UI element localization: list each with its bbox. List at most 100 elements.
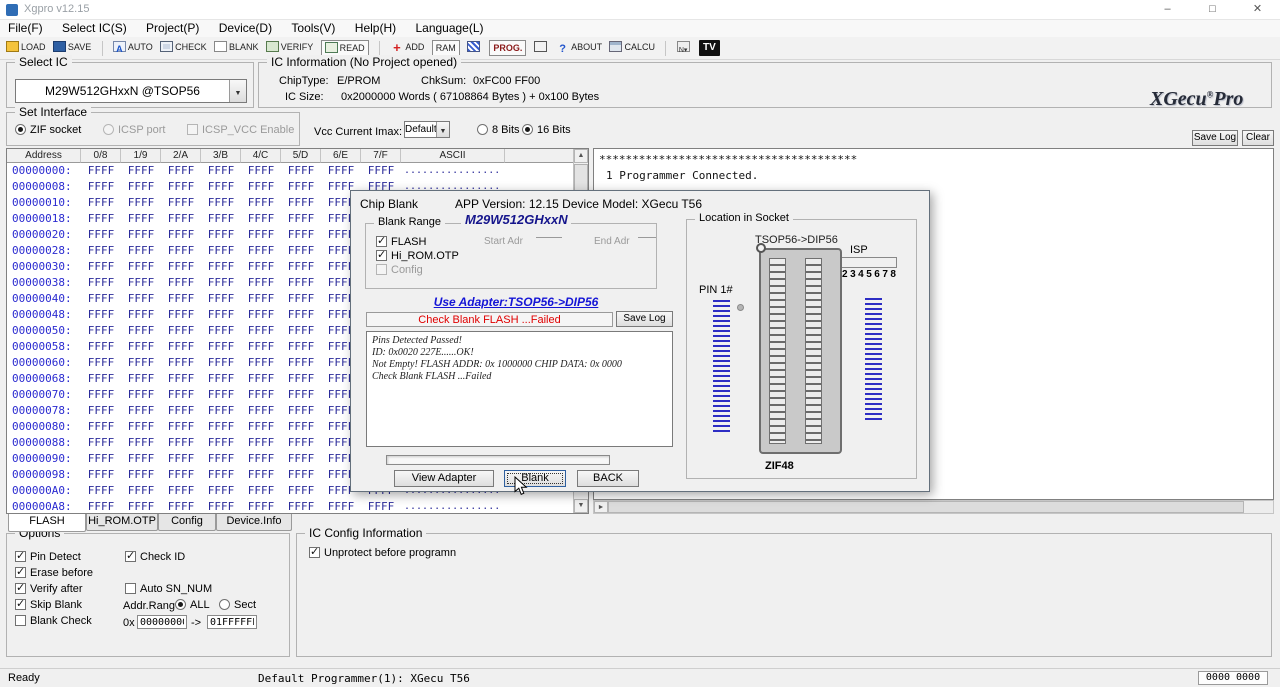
load-icon — [6, 41, 19, 52]
hex-word: FFFF — [121, 387, 161, 403]
icsp-vcc-checkbox[interactable]: ICSP_VCC Enable — [187, 124, 294, 136]
menu-device[interactable]: Device(D) — [211, 20, 280, 35]
icsp-port-label: ICSP port — [118, 124, 166, 136]
app-icon — [6, 4, 18, 16]
erase-before-checkbox[interactable]: Erase before — [15, 567, 93, 579]
adapter-pins-left — [713, 300, 730, 434]
back-button[interactable]: BACK — [577, 470, 639, 487]
toolbar-sn[interactable] — [677, 40, 692, 56]
hex-word: FFFF — [201, 243, 241, 259]
addr-to-field[interactable] — [207, 615, 257, 629]
checkbox-icon — [15, 567, 26, 578]
toolbar-load[interactable]: LOAD — [6, 40, 46, 56]
toolbar-prog[interactable]: PROG. — [489, 40, 526, 56]
hex-word: FFFF — [281, 371, 321, 387]
hirom-otp-checkbox[interactable]: Hi_ROM.OTP — [376, 250, 459, 262]
erase-before-label: Erase before — [30, 567, 93, 579]
hex-word: FFFF — [201, 195, 241, 211]
auto-sn-checkbox[interactable]: Auto SN_NUM — [125, 583, 212, 595]
pin-detect-checkbox[interactable]: Pin Detect — [15, 551, 81, 563]
scrollbar-thumb[interactable] — [608, 501, 1244, 513]
blank-check-checkbox[interactable]: Blank Check — [15, 615, 92, 627]
scroll-up-icon[interactable] — [574, 149, 588, 163]
tab-config[interactable]: Config — [158, 514, 216, 531]
hex-word: FFFF — [201, 435, 241, 451]
chevron-down-icon[interactable] — [436, 122, 449, 137]
tab-hirom-otp[interactable]: Hi_ROM.OTP — [86, 514, 158, 531]
pin1-label: PIN 1# — [699, 284, 733, 296]
view-adapter-button[interactable]: View Adapter — [394, 470, 494, 487]
toolbar-bga[interactable] — [467, 40, 482, 56]
hex-word: FFFF — [81, 179, 121, 195]
addr-all-radio[interactable]: ALL — [175, 599, 210, 611]
close-button[interactable] — [1235, 0, 1280, 20]
toolbar-tv[interactable]: TV — [699, 40, 720, 56]
unprotect-checkbox[interactable]: Unprotect before programn — [309, 547, 456, 559]
hex-col-19: 1/9 — [121, 149, 161, 163]
hex-address: 00000058: — [7, 339, 81, 355]
blank-range-group: Blank Range FLASH Hi_ROM.OTP Config Star… — [365, 223, 657, 289]
hex-word: FFFF — [241, 483, 281, 499]
tv-icon: TV — [703, 42, 716, 53]
hex-word: FFFF — [201, 387, 241, 403]
hex-word: FFFF — [241, 371, 281, 387]
addr-sect-radio[interactable]: Sect — [219, 599, 256, 611]
hex-word: FFFF — [161, 243, 201, 259]
flash-checkbox[interactable]: FLASH — [376, 236, 426, 248]
maximize-button[interactable] — [1190, 0, 1235, 20]
clear-log-button[interactable]: Clear — [1242, 130, 1274, 146]
hex-address: 00000038: — [7, 275, 81, 291]
hex-word: FFFF — [281, 323, 321, 339]
hex-address: 00000030: — [7, 259, 81, 275]
tab-flash[interactable]: FLASH — [8, 514, 86, 532]
hex-word: FFFF — [81, 163, 121, 179]
bits16-radio[interactable]: 16 Bits — [522, 124, 571, 136]
hex-word: FFFF — [241, 163, 281, 179]
zif48-label: ZIF48 — [765, 460, 794, 472]
addr-from-field[interactable] — [137, 615, 187, 629]
toolbar-calcu[interactable]: CALCU — [609, 40, 655, 56]
toolbar-ram[interactable]: RAM — [432, 40, 460, 56]
menu-help[interactable]: Help(H) — [347, 20, 404, 35]
hex-word: FFFF — [121, 323, 161, 339]
bits8-radio[interactable]: 8 Bits — [477, 124, 520, 136]
toolbar-read[interactable]: READ — [321, 40, 369, 56]
check-id-checkbox[interactable]: Check ID — [125, 551, 185, 563]
menu-select-ic[interactable]: Select IC(S) — [54, 20, 135, 35]
zif-socket-radio[interactable]: ZIF socket — [15, 124, 81, 136]
toolbar-check[interactable]: CHECK — [160, 40, 207, 56]
hex-word: FFFF — [241, 323, 281, 339]
save-log-button[interactable]: Save Log — [1192, 130, 1238, 146]
hex-address: 00000090: — [7, 451, 81, 467]
minimize-button[interactable] — [1145, 0, 1190, 20]
toolbar-about[interactable]: ABOUT — [556, 40, 602, 56]
hex-word: FFFF — [241, 307, 281, 323]
scroll-down-icon[interactable] — [574, 499, 588, 513]
ic-info-label: IC Information (No Project opened) — [267, 55, 461, 69]
scroll-right-icon[interactable] — [594, 501, 608, 513]
chevron-down-icon[interactable] — [229, 80, 246, 102]
toolbar-blank[interactable]: BLANK — [214, 40, 259, 56]
icsp-port-radio[interactable]: ICSP port — [103, 124, 166, 136]
hex-word: FFFF — [201, 275, 241, 291]
skip-blank-checkbox[interactable]: Skip Blank — [15, 599, 82, 611]
toolbar-auto[interactable]: AUTO — [113, 40, 153, 56]
menu-tools[interactable]: Tools(V) — [283, 20, 343, 35]
dialog-save-log-button[interactable]: Save Log — [616, 311, 673, 327]
config-checkbox[interactable]: Config — [376, 264, 423, 276]
toolbar-verify[interactable]: VERIFY — [266, 40, 314, 56]
hex-word: FFFF — [201, 259, 241, 275]
ic-select-combo[interactable]: M29W512GHxxN @TSOP56 — [15, 79, 247, 103]
toolbar-logic[interactable] — [534, 40, 549, 56]
vcc-current-combo[interactable]: Default — [404, 121, 450, 138]
verify-after-checkbox[interactable]: Verify after — [15, 583, 83, 595]
toolbar-add[interactable]: ADD — [390, 40, 424, 56]
tab-device-info[interactable]: Device.Info — [216, 514, 292, 531]
toolbar-save[interactable]: SAVE — [53, 40, 91, 56]
menu-language[interactable]: Language(L) — [407, 20, 491, 35]
hex-ascii: ................ — [401, 499, 505, 514]
hex-address: 00000018: — [7, 211, 81, 227]
menu-project[interactable]: Project(P) — [138, 20, 207, 35]
log-horizontal-scrollbar[interactable] — [593, 500, 1274, 514]
menu-file[interactable]: File(F) — [0, 20, 51, 35]
